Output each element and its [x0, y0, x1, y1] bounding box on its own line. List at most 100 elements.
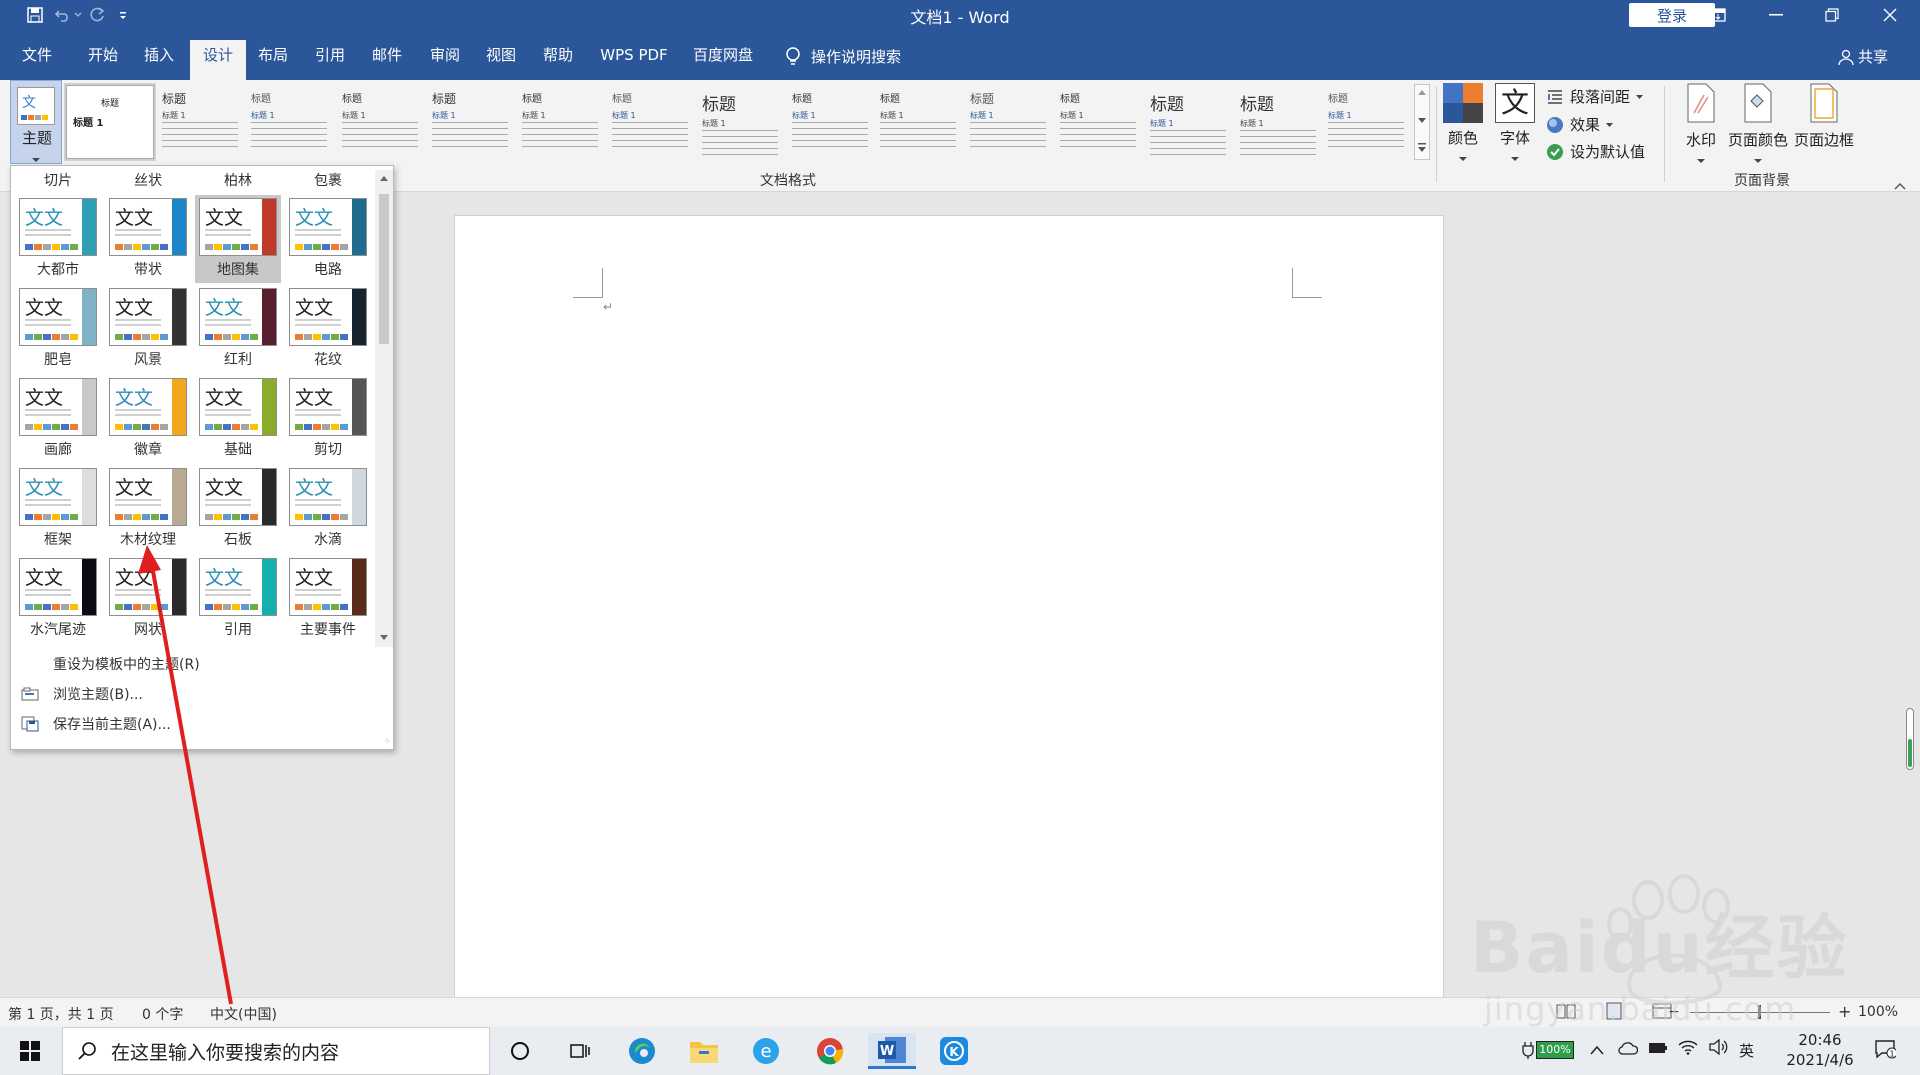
restore-icon[interactable] [1804, 0, 1860, 30]
theme-option[interactable]: 文文 剪切 [285, 375, 371, 463]
style-set-option[interactable]: 标题 标题 1 [247, 86, 331, 158]
ribbon-display-options-icon[interactable] [1690, 0, 1746, 30]
style-set-option[interactable]: 标题 标题 1 [608, 86, 692, 158]
taskbar-search-box[interactable]: 在这里输入你要搜索的内容 [62, 1027, 490, 1075]
document-page[interactable]: ↵ [454, 215, 1444, 1015]
windows-start-icon[interactable] [6, 1033, 54, 1069]
style-set-option[interactable]: 标题 标题 1 [1236, 86, 1320, 158]
theme-option[interactable]: 文文 风景 [105, 285, 191, 373]
battery-icon[interactable] [1648, 1041, 1668, 1059]
word-app-icon[interactable]: W [868, 1033, 916, 1069]
theme-option[interactable]: 文文 带状 [105, 195, 191, 283]
style-set-option[interactable]: 标题 标题 1 [158, 86, 242, 158]
tab-layout[interactable]: 布局 [250, 40, 296, 70]
style-set-option[interactable]: 标题 标题 1 [966, 86, 1050, 158]
file-explorer-icon[interactable] [680, 1033, 728, 1069]
style-set-option[interactable]: 标题 标题 1 [698, 86, 782, 158]
theme-option-label[interactable]: 柏林 [195, 170, 281, 190]
input-method-indicator[interactable]: 英 [1739, 1040, 1754, 1061]
theme-option[interactable]: 文文 电路 [285, 195, 371, 283]
task-view-icon[interactable] [556, 1033, 604, 1069]
kugou-app-icon[interactable]: K [930, 1033, 978, 1069]
vertical-scrollbar-thumb[interactable] [1906, 708, 1914, 770]
tab-review[interactable]: 审阅 [422, 40, 468, 70]
reset-theme-command[interactable]: 重设为模板中的主题(R) [11, 650, 391, 678]
cortana-icon[interactable] [496, 1033, 544, 1069]
theme-option[interactable]: 文文 引用 [195, 555, 281, 643]
theme-option[interactable]: 文文 基础 [195, 375, 281, 463]
word-count[interactable]: 0 个字 [142, 1004, 183, 1024]
themes-scrollbar[interactable] [375, 170, 393, 647]
theme-option[interactable]: 文文 网状 [105, 555, 191, 643]
theme-option[interactable]: 文文 水滴 [285, 465, 371, 553]
theme-option[interactable]: 文文 红利 [195, 285, 281, 373]
style-set-option[interactable]: 标题 标题 1 [788, 86, 872, 158]
theme-option[interactable]: 文文 肥皂 [15, 285, 101, 373]
style-set-option[interactable]: 标题 标题 1 [1324, 86, 1408, 158]
tab-baidu-netdisk[interactable]: 百度网盘 [688, 40, 758, 70]
style-set-option[interactable]: 标题 标题 1 [518, 86, 602, 158]
tab-design[interactable]: 设计 [190, 40, 246, 80]
theme-option-label[interactable]: 切片 [15, 170, 101, 190]
minimize-icon[interactable] [1748, 0, 1804, 30]
battery-indicator[interactable]: 100% [1522, 1041, 1574, 1059]
zoom-slider-thumb[interactable] [1758, 1005, 1761, 1019]
theme-option[interactable]: 文文 花纹 [285, 285, 371, 373]
watermark-button[interactable]: 水印 [1676, 83, 1726, 168]
zoom-in-button[interactable]: + [1838, 1002, 1851, 1021]
theme-option-label[interactable]: 丝状 [105, 170, 191, 190]
effects-button[interactable]: 效果 [1546, 114, 1614, 135]
tab-insert[interactable]: 插入 [136, 40, 182, 70]
zoom-level[interactable]: 100% [1858, 1004, 1898, 1020]
tab-references[interactable]: 引用 [307, 40, 353, 70]
page-color-button[interactable]: 页面颜色 [1726, 83, 1790, 168]
fonts-button[interactable]: 文 字体 [1492, 83, 1538, 166]
style-set-option[interactable]: 标题 标题 1 [428, 86, 512, 158]
resize-grip-icon[interactable]: ⁘ [383, 737, 391, 747]
print-layout-icon[interactable] [1604, 1002, 1624, 1020]
read-mode-icon[interactable] [1556, 1002, 1576, 1020]
theme-option[interactable]: 文文 框架 [15, 465, 101, 553]
theme-option[interactable]: 文文 石板 [195, 465, 281, 553]
theme-option[interactable]: 文文 大都市 [15, 195, 101, 283]
browse-themes-command[interactable]: 浏览主题(B)... [11, 680, 391, 708]
theme-option[interactable]: 文文 画廊 [15, 375, 101, 463]
page-borders-button[interactable]: 页面边框 [1792, 83, 1856, 150]
style-set-option[interactable]: 标题 标题 1 [338, 86, 422, 158]
edge-browser-icon[interactable] [618, 1033, 666, 1069]
ie-browser-icon[interactable]: e [742, 1033, 790, 1069]
style-set-option[interactable]: 标题 标题 1 [1056, 86, 1140, 158]
show-hidden-icons[interactable] [1590, 1041, 1604, 1059]
tab-wps-pdf[interactable]: WPS PDF [594, 40, 674, 70]
tab-mailings[interactable]: 邮件 [364, 40, 410, 70]
notification-center-icon[interactable]: 1 [1874, 1039, 1898, 1063]
wifi-icon[interactable] [1678, 1039, 1698, 1059]
theme-option[interactable]: 文文 徽章 [105, 375, 191, 463]
style-set-default[interactable]: 标题 标题 1 [66, 85, 154, 159]
tab-view[interactable]: 视图 [478, 40, 524, 70]
tell-me-search[interactable]: 操作说明搜索 [785, 46, 901, 67]
tab-help[interactable]: 帮助 [535, 40, 581, 70]
volume-icon[interactable] [1708, 1038, 1728, 1059]
set-as-default-button[interactable]: 设为默认值 [1546, 141, 1645, 162]
theme-option[interactable]: 文文 水汽尾迹 [15, 555, 101, 643]
themes-button[interactable]: 文 主题 [10, 80, 62, 164]
onedrive-cloud-icon[interactable] [1618, 1041, 1639, 1059]
clock[interactable]: 20:46 2021/4/6 [1770, 1030, 1870, 1070]
colors-button[interactable]: 颜色 [1440, 83, 1486, 166]
theme-option[interactable]: 文文 地图集 [195, 195, 281, 283]
paragraph-spacing-button[interactable]: 段落间距 [1546, 86, 1644, 107]
share-button[interactable]: 共享 [1838, 46, 1888, 67]
gallery-scrollbar[interactable] [1414, 84, 1430, 160]
tab-file[interactable]: 文件 [12, 40, 62, 70]
theme-option[interactable]: 文文 木材纹理 [105, 465, 191, 553]
close-icon[interactable] [1862, 0, 1918, 30]
save-theme-command[interactable]: 保存当前主题(A)... [11, 710, 391, 738]
zoom-slider[interactable] [1690, 1005, 1830, 1019]
style-set-option[interactable]: 标题 标题 1 [876, 86, 960, 158]
chrome-browser-icon[interactable] [806, 1033, 854, 1069]
tab-home[interactable]: 开始 [80, 40, 126, 70]
page-count[interactable]: 第 1 页，共 1 页 [8, 1004, 114, 1024]
zoom-out-button[interactable]: − [1668, 1004, 1680, 1020]
language-indicator[interactable]: 中文(中国) [210, 1004, 277, 1024]
